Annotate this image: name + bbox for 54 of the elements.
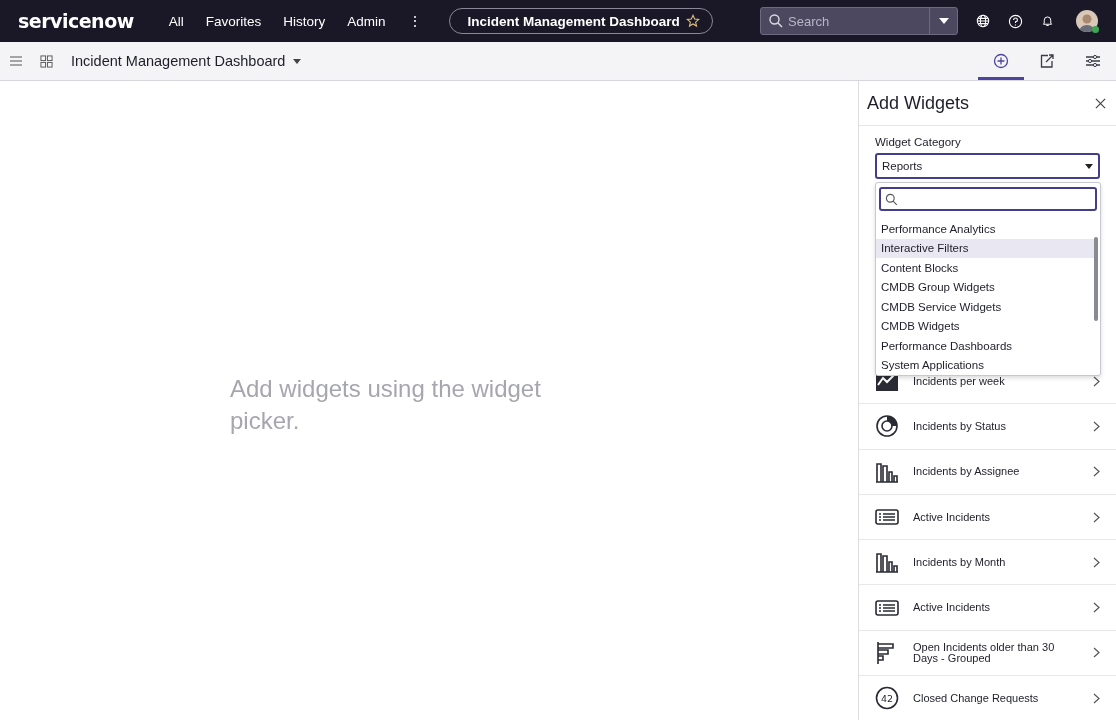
- user-avatar[interactable]: [1076, 10, 1098, 32]
- dropdown-option[interactable]: CMDB Service Widgets: [876, 297, 1094, 317]
- dropdown-option[interactable]: CMDB Widgets: [876, 316, 1094, 336]
- panel-title: Add Widgets: [867, 92, 971, 114]
- dropdown-option[interactable]: Performance Dashboards: [876, 336, 1094, 356]
- dashboard-title: Incident Management Dashboard: [71, 53, 286, 69]
- widget-row[interactable]: Incidents by Month: [859, 540, 1116, 586]
- widget-row[interactable]: Active Incidents: [859, 585, 1116, 631]
- chevron-icon: [1093, 420, 1100, 432]
- caret-icon: [1085, 163, 1093, 169]
- empty-canvas-message: Add widgets using the widget picker.: [230, 374, 542, 436]
- nav-menu-item[interactable]: Favorites: [194, 13, 273, 29]
- grid-icon[interactable]: [40, 54, 53, 68]
- dropdown-option[interactable]: Performance Analytics: [876, 219, 1094, 239]
- more-button[interactable]: ⋮: [396, 13, 433, 29]
- widget-row[interactable]: Open Incidents older than 30 Days - Grouped: [859, 630, 1116, 677]
- widget-row[interactable]: Incidents by Assignee: [859, 449, 1116, 495]
- caret-icon[interactable]: [293, 58, 302, 64]
- chevron-icon: [1093, 692, 1100, 704]
- category-select[interactable]: Reports: [875, 153, 1100, 179]
- widget-row[interactable]: Active Incidents: [859, 494, 1116, 541]
- star-icon[interactable]: [685, 14, 700, 28]
- chevron-icon: [1093, 375, 1100, 387]
- number-icon: 42: [875, 686, 899, 711]
- nav-menu-item[interactable]: Admin: [336, 13, 397, 29]
- chevron-icon: [1093, 511, 1100, 523]
- search-icon: [885, 192, 898, 206]
- close-icon[interactable]: [1095, 97, 1106, 109]
- field-label: Widget Category: [875, 136, 962, 148]
- logo[interactable]: servicenow: [18, 10, 134, 32]
- chevron-icon: [1093, 602, 1100, 614]
- dropdown-option[interactable]: Interactive Filters: [876, 238, 1094, 258]
- caret-icon: [938, 18, 949, 24]
- nav-menu-item[interactable]: All: [157, 13, 195, 29]
- search-icon: [768, 13, 784, 29]
- bell-icon[interactable]: [1041, 14, 1054, 28]
- nav-menu-item[interactable]: History: [272, 13, 337, 29]
- sliders-icon: [1085, 52, 1101, 69]
- globe-icon[interactable]: [976, 14, 990, 28]
- donut-chart-icon: [875, 414, 899, 439]
- add-icon: [993, 52, 1009, 69]
- bar-chart-icon: [875, 550, 899, 575]
- chevron-icon: [1093, 647, 1100, 659]
- share-icon: [1039, 52, 1055, 69]
- chevron-icon: [1093, 466, 1100, 478]
- chevron-icon: [1093, 556, 1100, 568]
- dropdown-option[interactable]: CMDB Group Widgets: [876, 277, 1094, 297]
- dropdown-option[interactable]: Content Blocks: [876, 258, 1094, 278]
- help-icon[interactable]: [1008, 13, 1023, 29]
- widget-row[interactable]: 42 Closed Change Requests: [859, 676, 1116, 720]
- dropdown-search-field[interactable]: [879, 187, 1097, 211]
- widget-row[interactable]: Incidents by Status: [859, 404, 1116, 450]
- search-bar[interactable]: Search: [760, 7, 958, 35]
- search-input[interactable]: Search: [784, 13, 929, 29]
